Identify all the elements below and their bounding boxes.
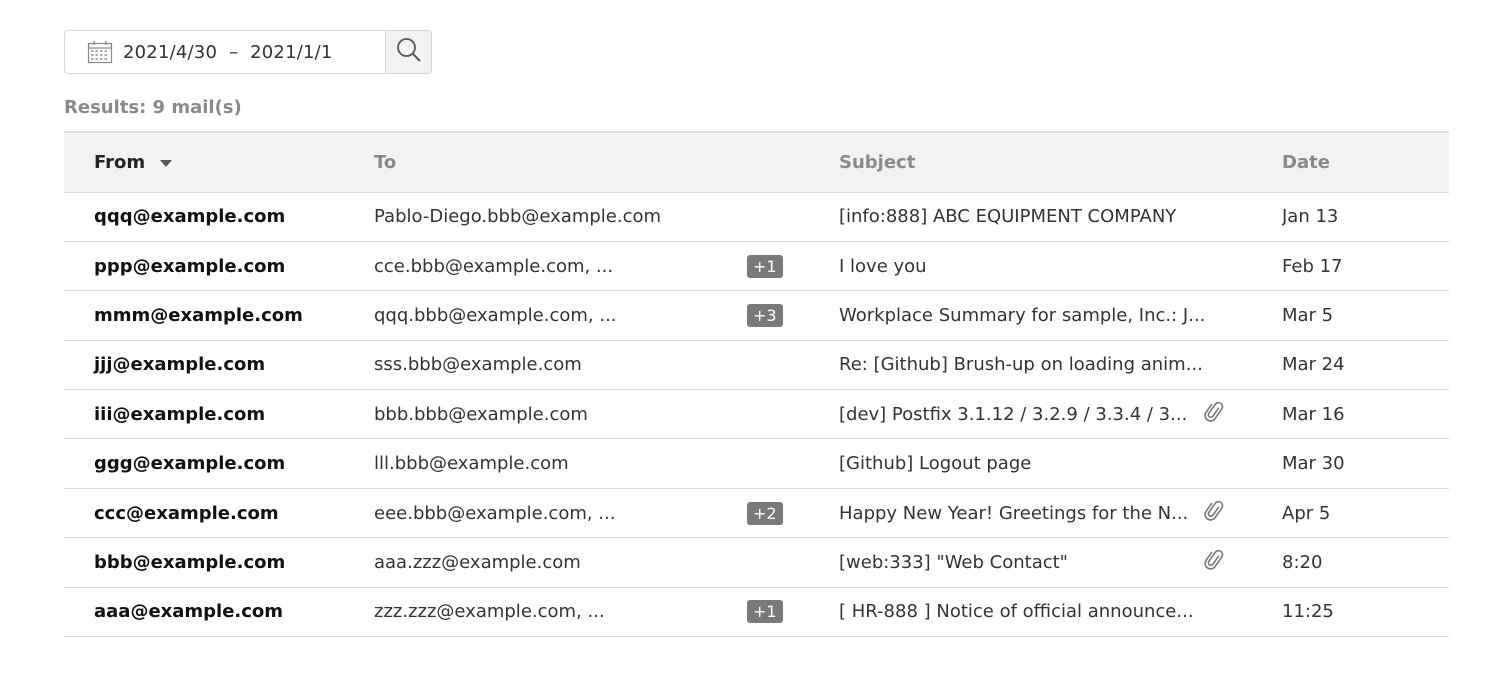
table-row[interactable]: ppp@example.com cce.bbb@example.com, ... +… <box>64 241 1449 291</box>
mail-from: qqq@example.com <box>94 206 286 228</box>
mail-to: zzz.zzz@example.com, ... <box>374 601 605 623</box>
mail-attachment-cell <box>1204 192 1282 241</box>
mail-to: eee.bbb@example.com, ... <box>374 502 616 524</box>
mail-extra-recipients-cell <box>747 439 839 488</box>
mail-subject: [dev] Postfix 3.1.12 / 3.2.9 / 3.3.4 / 3… <box>839 403 1188 425</box>
mail-to: sss.bbb@example.com <box>374 354 582 376</box>
mail-date: Mar 24 <box>1282 354 1345 376</box>
column-header-subject[interactable]: Subject <box>839 131 1204 193</box>
column-header-from[interactable]: From <box>64 131 374 193</box>
mail-attachment-cell <box>1204 538 1282 587</box>
table-row[interactable]: ggg@example.com lll.bbb@example.com [Githu… <box>64 439 1449 489</box>
table-row[interactable]: qqq@example.com Pablo-Diego.bbb@example.c… <box>64 192 1449 242</box>
mail-subject: Workplace Summary for sample, Inc.: J... <box>839 304 1204 326</box>
mail-subject: [info:888] ABC EQUIPMENT COMPANY <box>839 206 1177 228</box>
extra-recipients-badge[interactable]: +1 <box>747 254 783 278</box>
calendar-icon <box>87 40 113 64</box>
date-separator: – <box>229 41 239 63</box>
mail-to: cce.bbb@example.com, ... <box>374 255 614 277</box>
mail-extra-recipients-cell: +1 <box>747 587 839 636</box>
column-header-from-label: From <box>94 151 146 173</box>
mail-from: jjj@example.com <box>94 354 266 376</box>
mail-attachment-cell <box>1204 241 1282 290</box>
mail-to: aaa.zzz@example.com <box>374 551 581 573</box>
extra-recipients-badge[interactable]: +1 <box>747 600 783 624</box>
table-row[interactable]: jjj@example.com sss.bbb@example.com Re: [G… <box>64 340 1449 390</box>
search-icon <box>395 36 423 68</box>
extra-recipients-badge[interactable]: +2 <box>747 501 783 525</box>
mail-extra-recipients-cell: +2 <box>747 488 839 537</box>
mail-date: Jan 13 <box>1282 206 1339 228</box>
paperclip-icon <box>1204 548 1226 572</box>
results-count: Results: 9 mail(s) <box>64 97 242 118</box>
mail-subject: I love you <box>839 255 927 277</box>
mail-from: aaa@example.com <box>94 601 284 623</box>
mail-extra-recipients-cell: +1 <box>747 241 839 290</box>
mail-attachment-cell <box>1204 439 1282 488</box>
mail-from: ppp@example.com <box>94 255 286 277</box>
mail-date: Apr 5 <box>1282 502 1331 524</box>
mail-table: From To Subject Date qqq@example.com Pabl… <box>64 131 1449 637</box>
table-row[interactable]: mmm@example.com qqq.bbb@example.com, ... +… <box>64 291 1449 341</box>
mail-extra-recipients-cell <box>747 538 839 587</box>
paperclip-icon <box>1204 400 1226 424</box>
table-row[interactable]: iii@example.com bbb.bbb@example.com [dev] … <box>64 390 1449 439</box>
mail-subject: Re: [Github] Brush-up on loading anim... <box>839 354 1203 376</box>
mail-date: Mar 30 <box>1282 453 1345 475</box>
search-button[interactable] <box>385 31 431 73</box>
mail-to: qqq.bbb@example.com, ... <box>374 304 617 326</box>
mail-attachment-cell <box>1204 390 1282 439</box>
mail-from: iii@example.com <box>94 403 266 425</box>
mail-from: ggg@example.com <box>94 453 286 475</box>
table-row[interactable]: bbb@example.com aaa.zzz@example.com [web:3… <box>64 538 1449 588</box>
mail-to: bbb.bbb@example.com <box>374 403 588 425</box>
date-range-input[interactable]: 2021/4/30 – 2021/1/1 <box>65 31 385 73</box>
mail-extra-recipients-cell: +3 <box>747 291 839 340</box>
mail-subject: [ HR-888 ] Notice of official announce..… <box>839 601 1194 623</box>
mail-from: ccc@example.com <box>94 502 279 524</box>
date-from: 2021/4/30 <box>123 41 218 63</box>
mail-attachment-cell <box>1204 340 1282 389</box>
mail-subject: Happy New Year! Greetings for the N... <box>839 502 1189 524</box>
mail-attachment-cell <box>1204 488 1282 537</box>
date-range-search: 2021/4/30 – 2021/1/1 <box>64 30 432 74</box>
mail-date: Mar 16 <box>1282 403 1345 425</box>
mail-attachment-cell <box>1204 291 1282 340</box>
column-header-date[interactable]: Date <box>1282 131 1449 193</box>
mail-from: bbb@example.com <box>94 551 286 573</box>
mail-attachment-cell <box>1204 587 1282 636</box>
mail-date: 11:25 <box>1282 601 1334 623</box>
extra-recipients-badge[interactable]: +3 <box>747 303 783 327</box>
table-header-row: From To Subject Date <box>64 131 1449 193</box>
paperclip-icon <box>1204 499 1226 523</box>
mail-from: mmm@example.com <box>94 304 303 326</box>
mail-extra-recipients-cell <box>747 390 839 439</box>
column-header-spacer <box>747 131 839 193</box>
table-row[interactable]: aaa@example.com zzz.zzz@example.com, ... +… <box>64 587 1449 637</box>
column-header-to[interactable]: To <box>374 131 747 193</box>
mail-subject: [web:333] "Web Contact" <box>839 551 1068 573</box>
mail-to: lll.bbb@example.com <box>374 453 569 475</box>
mail-date: Mar 5 <box>1282 304 1334 326</box>
mail-subject: [Github] Logout page <box>839 453 1032 475</box>
caret-down-icon <box>159 152 173 173</box>
mail-date: Feb 17 <box>1282 255 1343 277</box>
mail-date: 8:20 <box>1282 551 1323 573</box>
mail-to: Pablo-Diego.bbb@example.com <box>374 206 662 228</box>
mail-extra-recipients-cell <box>747 192 839 241</box>
column-header-attachment <box>1204 131 1282 193</box>
table-row[interactable]: ccc@example.com eee.bbb@example.com, ... +… <box>64 488 1449 538</box>
date-to: 2021/1/1 <box>250 41 333 63</box>
mail-extra-recipients-cell <box>747 340 839 389</box>
